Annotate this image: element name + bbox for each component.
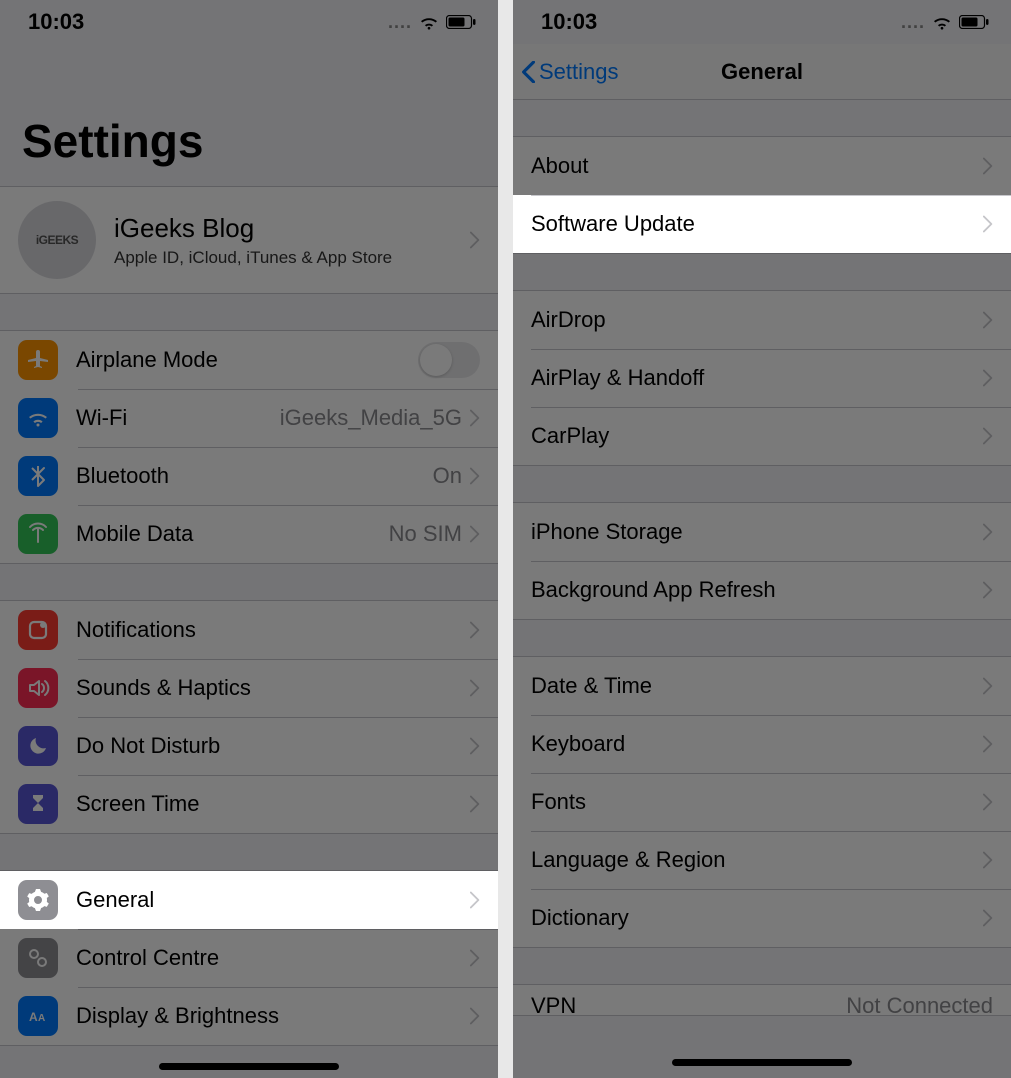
general-row[interactable]: General <box>0 871 498 929</box>
fonts-row[interactable]: Fonts <box>513 773 1011 831</box>
storage-group: iPhone Storage Background App Refresh <box>513 502 1011 620</box>
apple-id-row[interactable]: iGEEKS iGeeks Blog Apple ID, iCloud, iTu… <box>0 187 498 293</box>
apple-id-subtitle: Apple ID, iCloud, iTunes & App Store <box>114 248 452 268</box>
notifications-label: Notifications <box>76 617 470 643</box>
keyboard-label: Keyboard <box>531 731 983 757</box>
sounds-row[interactable]: Sounds & Haptics <box>0 659 498 717</box>
language-row[interactable]: Language & Region <box>513 831 1011 889</box>
mobile-data-label: Mobile Data <box>76 521 389 547</box>
sounds-label: Sounds & Haptics <box>76 675 470 701</box>
page-title: Settings <box>0 44 498 186</box>
battery-status-icon <box>446 15 476 29</box>
cellular-dots-icon: .... <box>388 12 412 33</box>
language-label: Language & Region <box>531 847 983 873</box>
mobile-data-value: No SIM <box>389 521 462 547</box>
wifi-label: Wi-Fi <box>76 405 280 431</box>
avatar: iGEEKS <box>18 201 96 279</box>
status-time: 10:03 <box>541 9 597 35</box>
notifications-group: Notifications Sounds & Haptics Do Not Di… <box>0 600 498 834</box>
vpn-row[interactable]: VPN Not Connected <box>513 985 1011 1015</box>
gear-icon <box>18 880 58 920</box>
carplay-label: CarPlay <box>531 423 983 449</box>
bluetooth-value: On <box>433 463 462 489</box>
sliders-icon <box>18 938 58 978</box>
battery-status-icon <box>959 15 989 29</box>
software-update-label: Software Update <box>531 211 983 237</box>
dictionary-label: Dictionary <box>531 905 983 931</box>
keyboard-row[interactable]: Keyboard <box>513 715 1011 773</box>
carplay-row[interactable]: CarPlay <box>513 407 1011 465</box>
airplane-icon <box>18 340 58 380</box>
fonts-label: Fonts <box>531 789 983 815</box>
date-time-row[interactable]: Date & Time <box>513 657 1011 715</box>
control-centre-row[interactable]: Control Centre <box>0 929 498 987</box>
home-indicator[interactable] <box>672 1059 852 1066</box>
settings-screen: 10:03 .... Settings iGEEKS iGeeks Blog A… <box>0 0 498 1078</box>
home-indicator[interactable] <box>159 1063 339 1070</box>
bluetooth-row[interactable]: Bluetooth On <box>0 447 498 505</box>
display-label: Display & Brightness <box>76 1003 470 1029</box>
datetime-group: Date & Time Keyboard Fonts Language & Re… <box>513 656 1011 948</box>
storage-label: iPhone Storage <box>531 519 983 545</box>
bg-refresh-label: Background App Refresh <box>531 577 983 603</box>
notifications-icon <box>18 610 58 650</box>
vpn-label: VPN <box>531 993 576 1015</box>
airplay-label: AirPlay & Handoff <box>531 365 983 391</box>
bg-refresh-row[interactable]: Background App Refresh <box>513 561 1011 619</box>
wifi-value: iGeeks_Media_5G <box>280 405 462 431</box>
mobile-data-row[interactable]: Mobile Data No SIM <box>0 505 498 563</box>
screen-time-label: Screen Time <box>76 791 470 817</box>
apple-id-group: iGEEKS iGeeks Blog Apple ID, iCloud, iTu… <box>0 186 498 294</box>
wifi-icon <box>18 398 58 438</box>
display-row[interactable]: Display & Brightness <box>0 987 498 1045</box>
dictionary-row[interactable]: Dictionary <box>513 889 1011 947</box>
wifi-status-icon <box>931 14 953 30</box>
date-time-label: Date & Time <box>531 673 983 699</box>
status-bar: 10:03 .... <box>0 0 498 44</box>
vpn-value: Not Connected <box>846 993 993 1015</box>
notifications-row[interactable]: Notifications <box>0 601 498 659</box>
airplane-mode-row[interactable]: Airplane Mode <box>0 331 498 389</box>
sounds-icon <box>18 668 58 708</box>
back-button[interactable]: Settings <box>513 59 619 85</box>
back-label: Settings <box>539 59 619 85</box>
airdrop-row[interactable]: AirDrop <box>513 291 1011 349</box>
apple-id-name: iGeeks Blog <box>114 213 452 244</box>
status-time: 10:03 <box>28 9 84 35</box>
dnd-row[interactable]: Do Not Disturb <box>0 717 498 775</box>
airdrop-group: AirDrop AirPlay & Handoff CarPlay <box>513 290 1011 466</box>
general-label: General <box>76 887 470 913</box>
bluetooth-icon <box>18 456 58 496</box>
status-bar: 10:03 .... <box>513 0 1011 44</box>
screen-time-row[interactable]: Screen Time <box>0 775 498 833</box>
antenna-icon <box>18 514 58 554</box>
general-screen: 10:03 .... Settings General About Softwa… <box>513 0 1011 1078</box>
moon-icon <box>18 726 58 766</box>
about-group: About Software Update <box>513 136 1011 254</box>
airplane-label: Airplane Mode <box>76 347 418 373</box>
vpn-group: VPN Not Connected <box>513 984 1011 1016</box>
about-row[interactable]: About <box>513 137 1011 195</box>
bluetooth-label: Bluetooth <box>76 463 433 489</box>
airplane-toggle[interactable] <box>418 342 480 378</box>
general-group: General Control Centre Display & Brightn… <box>0 870 498 1046</box>
wifi-row[interactable]: Wi-Fi iGeeks_Media_5G <box>0 389 498 447</box>
about-label: About <box>531 153 983 179</box>
control-centre-label: Control Centre <box>76 945 470 971</box>
aa-icon <box>18 996 58 1036</box>
airdrop-label: AirDrop <box>531 307 983 333</box>
nav-bar: Settings General <box>513 44 1011 100</box>
cellular-dots-icon: .... <box>901 12 925 33</box>
storage-row[interactable]: iPhone Storage <box>513 503 1011 561</box>
hourglass-icon <box>18 784 58 824</box>
software-update-row[interactable]: Software Update <box>513 195 1011 253</box>
airplay-row[interactable]: AirPlay & Handoff <box>513 349 1011 407</box>
chevron-back-icon <box>521 61 535 83</box>
connectivity-group: Airplane Mode Wi-Fi iGeeks_Media_5G Blue… <box>0 330 498 564</box>
wifi-status-icon <box>418 14 440 30</box>
dnd-label: Do Not Disturb <box>76 733 470 759</box>
